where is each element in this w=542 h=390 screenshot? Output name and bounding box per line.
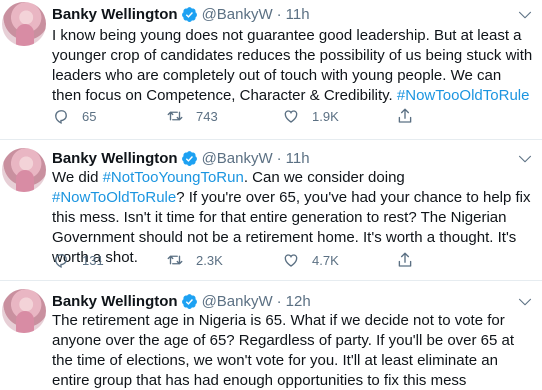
verified-badge-icon: [181, 150, 197, 166]
author-handle[interactable]: @BankyW: [202, 293, 273, 310]
tweet-header: Banky Wellington @BankyW · 12h: [52, 291, 311, 311]
avatar[interactable]: [2, 289, 46, 333]
like-count: 4.7K: [312, 252, 339, 268]
tweet-text: The retirement age in Nigeria is 65. Wha…: [52, 311, 534, 390]
tweet-text-part: . Can we consider doing: [243, 169, 405, 186]
like-count: 1.9K: [312, 108, 339, 124]
reply-icon: [55, 254, 67, 268]
separator-dot: ·: [276, 149, 282, 167]
author-name[interactable]: Banky Wellington: [52, 6, 178, 23]
tweet-3[interactable]: Banky Wellington @BankyW · 12h The retir…: [0, 281, 542, 390]
chevron-down-icon[interactable]: [516, 6, 534, 24]
verified-badge-icon: [181, 6, 197, 22]
avatar[interactable]: [2, 148, 46, 192]
tweet-1[interactable]: Banky Wellington @BankyW · 11h I know be…: [0, 0, 542, 140]
timestamp[interactable]: 11h: [286, 150, 310, 167]
reply-count: 131: [82, 252, 104, 268]
retweet-count: 743: [196, 108, 218, 124]
reply-count: 65: [82, 108, 97, 124]
timestamp[interactable]: 11h: [286, 6, 310, 23]
like-button[interactable]: 1.9K: [282, 106, 339, 126]
like-button[interactable]: 4.7K: [282, 250, 339, 270]
separator-dot: ·: [276, 5, 282, 23]
share-icon: [398, 252, 412, 267]
author-name[interactable]: Banky Wellington: [52, 293, 178, 310]
verified-badge-icon: [181, 293, 197, 309]
share-button[interactable]: [396, 106, 426, 126]
retweet-icon: [167, 255, 183, 265]
tweet-text-part: We did: [52, 169, 103, 186]
author-handle[interactable]: @BankyW: [202, 6, 273, 23]
author-name[interactable]: Banky Wellington: [52, 150, 178, 167]
retweet-count: 2.3K: [196, 252, 223, 268]
hashtag-link[interactable]: #NowTooOldToRule: [397, 87, 530, 104]
reply-button[interactable]: 65: [52, 106, 96, 126]
chevron-down-icon[interactable]: [516, 293, 534, 311]
hashtag-link[interactable]: #NowToOldToRule: [52, 189, 176, 206]
tweet-actions: 131 2.3K 4.7K: [52, 250, 534, 270]
chevron-down-icon[interactable]: [516, 150, 534, 168]
share-button[interactable]: [396, 250, 426, 270]
tweet-actions: 65 743 1.9K: [52, 106, 534, 126]
retweet-button[interactable]: 743: [166, 106, 218, 126]
share-icon: [398, 108, 412, 123]
tweet-header: Banky Wellington @BankyW · 11h: [52, 148, 310, 168]
retweet-icon: [167, 111, 183, 121]
heart-icon: [284, 254, 298, 267]
timestamp[interactable]: 12h: [286, 293, 311, 310]
tweet-text: I know being young does not guarantee go…: [52, 26, 534, 106]
tweet-2[interactable]: Banky Wellington @BankyW · 11h We did #N…: [0, 140, 542, 280]
tweet-text-content: The retirement age in Nigeria is 65. Wha…: [52, 312, 515, 389]
tweet-header: Banky Wellington @BankyW · 11h: [52, 4, 310, 24]
avatar[interactable]: [2, 2, 46, 46]
retweet-button[interactable]: 2.3K: [166, 250, 223, 270]
author-handle[interactable]: @BankyW: [202, 150, 273, 167]
heart-icon: [284, 110, 298, 123]
reply-button[interactable]: 131: [52, 250, 104, 270]
separator-dot: ·: [276, 292, 282, 310]
reply-icon: [55, 110, 67, 124]
hashtag-link[interactable]: #NotTooYoungToRun: [103, 169, 244, 186]
